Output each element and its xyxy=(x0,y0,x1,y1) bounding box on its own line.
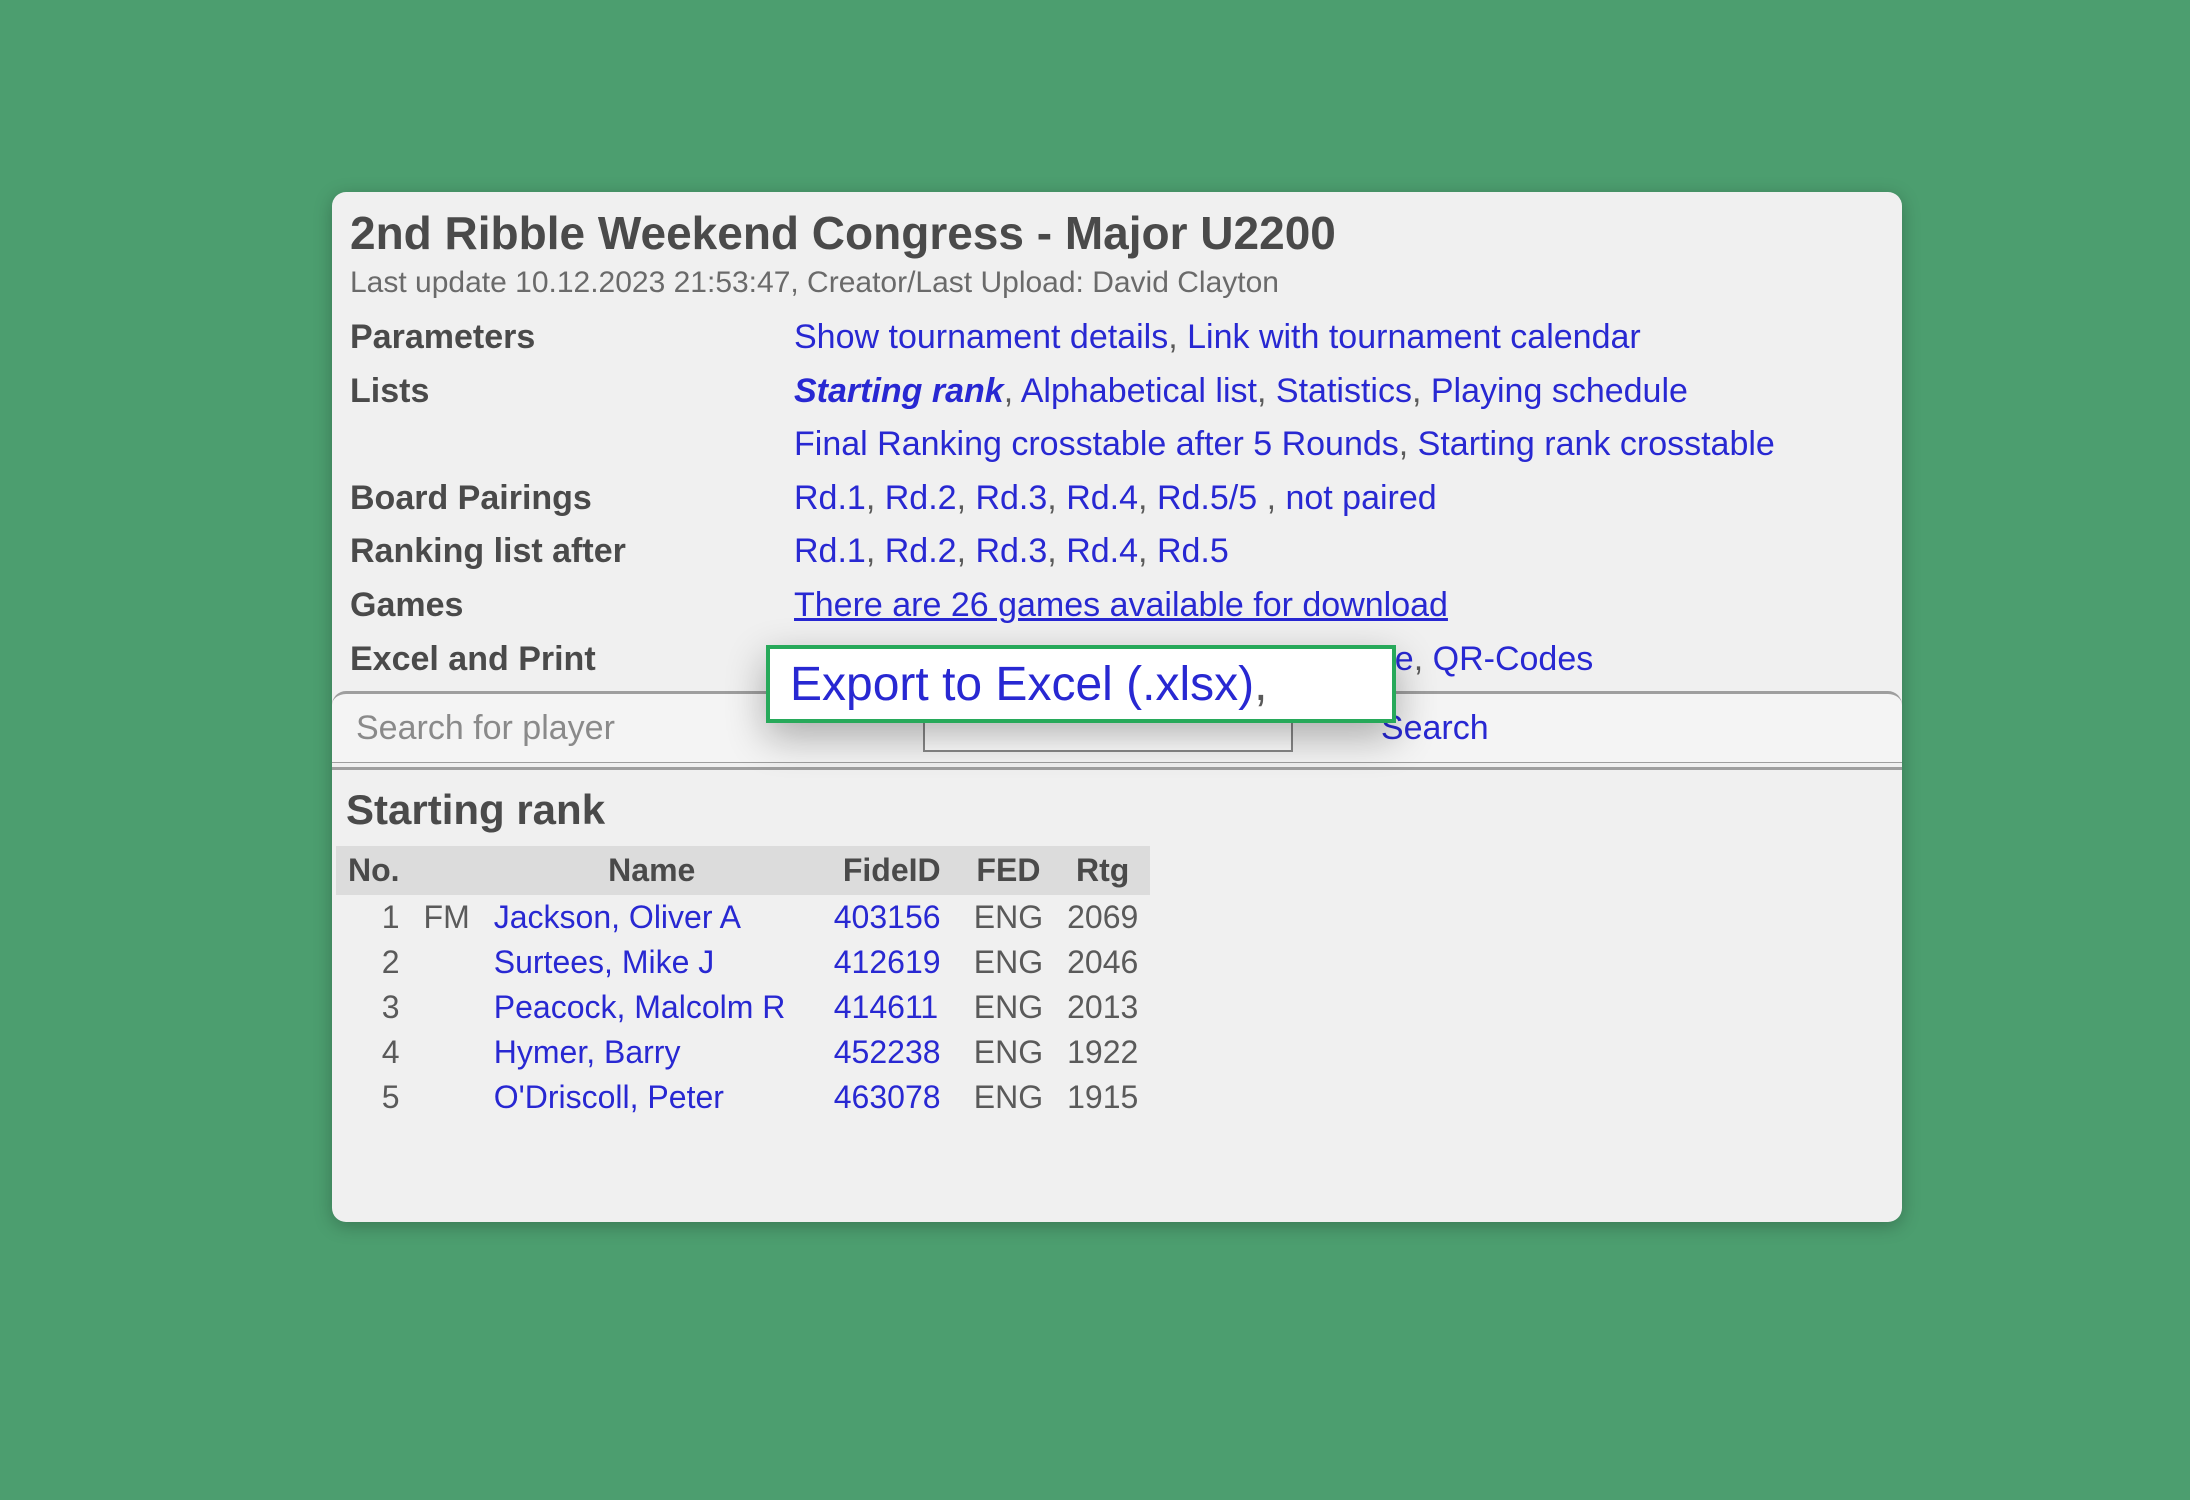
cell-fideid: 452238 xyxy=(822,1030,962,1075)
col-fed: FED xyxy=(962,846,1055,895)
link-show-details[interactable]: Show tournament details xyxy=(794,318,1168,356)
link-alphabetical[interactable]: Alphabetical list xyxy=(1021,372,1257,410)
fideid-link[interactable]: 414611 xyxy=(834,989,938,1025)
cell-fed: ENG xyxy=(962,1030,1055,1075)
row-lists-2: Final Ranking crosstable after 5 Rounds,… xyxy=(350,421,1884,469)
link-statistics[interactable]: Statistics xyxy=(1276,372,1412,410)
link-not-paired[interactable]: not paired xyxy=(1285,479,1436,517)
label-ranking-after: Ranking list after xyxy=(350,528,794,576)
cell-title: FM xyxy=(412,895,482,940)
table-row: 4 Hymer, Barry 452238 ENG1922 xyxy=(336,1030,1150,1075)
starting-rank-table: No. Name FideID FED Rtg 1FM Jackson, Oliv… xyxy=(336,846,1150,1120)
cell-no: 1 xyxy=(336,895,412,940)
cell-rtg: 2069 xyxy=(1055,895,1150,940)
fideid-link[interactable]: 463078 xyxy=(834,1079,941,1115)
col-name: Name xyxy=(482,846,822,895)
cell-name: Hymer, Barry xyxy=(482,1030,822,1075)
link-ra-rd3[interactable]: Rd.3 xyxy=(975,532,1047,570)
fideid-link[interactable]: 412619 xyxy=(834,944,941,980)
link-bp-rd2[interactable]: Rd.2 xyxy=(885,479,957,517)
table-row: 2 Surtees, Mike J 412619 ENG2046 xyxy=(336,940,1150,985)
cell-name: Surtees, Mike J xyxy=(482,940,822,985)
player-link[interactable]: O'Driscoll, Peter xyxy=(494,1079,724,1115)
search-label: Search for player xyxy=(356,709,615,748)
fideid-link[interactable]: 452238 xyxy=(834,1034,941,1070)
cell-fideid: 463078 xyxy=(822,1075,962,1120)
cell-fideid: 403156 xyxy=(822,895,962,940)
cell-fed: ENG xyxy=(962,1075,1055,1120)
row-parameters: Parameters Show tournament details, Link… xyxy=(350,314,1884,362)
cell-fideid: 414611 xyxy=(822,985,962,1030)
page-title: 2nd Ribble Weekend Congress - Major U220… xyxy=(350,206,1884,260)
cell-no: 2 xyxy=(336,940,412,985)
cell-name: Jackson, Oliver A xyxy=(482,895,822,940)
cell-title xyxy=(412,1030,482,1075)
row-board-pairings: Board Pairings Rd.1, Rd.2, Rd.3, Rd.4, R… xyxy=(350,475,1884,523)
col-no: No. xyxy=(336,846,412,895)
cell-rtg: 1915 xyxy=(1055,1075,1150,1120)
table-row: 3 Peacock, Malcolm R 414611 ENG2013 xyxy=(336,985,1150,1030)
link-ra-rd2[interactable]: Rd.2 xyxy=(885,532,957,570)
label-games: Games xyxy=(350,582,794,630)
cell-fed: ENG xyxy=(962,895,1055,940)
export-excel-callout[interactable]: Export to Excel (.xlsx) , xyxy=(766,645,1396,723)
link-bp-rd5[interactable]: Rd.5/5 xyxy=(1157,479,1257,517)
link-starting-rank[interactable]: Starting rank xyxy=(794,372,1004,410)
label-lists: Lists xyxy=(350,368,794,416)
player-link[interactable]: Peacock, Malcolm R xyxy=(494,989,786,1025)
table-row: 5 O'Driscoll, Peter 463078 ENG1915 xyxy=(336,1075,1150,1120)
link-ra-rd1[interactable]: Rd.1 xyxy=(794,532,866,570)
link-qr-codes[interactable]: QR-Codes xyxy=(1433,640,1594,678)
table-header-row: No. Name FideID FED Rtg xyxy=(336,846,1150,895)
link-playing-schedule[interactable]: Playing schedule xyxy=(1431,372,1688,410)
link-ra-rd4[interactable]: Rd.4 xyxy=(1066,532,1138,570)
label-excel-print: Excel and Print xyxy=(350,636,794,684)
page-subtitle: Last update 10.12.2023 21:53:47, Creator… xyxy=(350,266,1884,300)
fideid-link[interactable]: 403156 xyxy=(834,899,941,935)
cell-rtg: 2013 xyxy=(1055,985,1150,1030)
cell-no: 3 xyxy=(336,985,412,1030)
cell-title xyxy=(412,1075,482,1120)
cell-no: 5 xyxy=(336,1075,412,1120)
player-link[interactable]: Hymer, Barry xyxy=(494,1034,681,1070)
player-link[interactable]: Jackson, Oliver A xyxy=(494,899,741,935)
link-bp-rd4[interactable]: Rd.4 xyxy=(1066,479,1138,517)
cell-name: O'Driscoll, Peter xyxy=(482,1075,822,1120)
table-title: Starting rank xyxy=(332,770,1902,846)
cell-fideid: 412619 xyxy=(822,940,962,985)
label-board-pairings: Board Pairings xyxy=(350,475,794,523)
export-excel-comma: , xyxy=(1254,657,1267,712)
cell-rtg: 1922 xyxy=(1055,1030,1150,1075)
cell-rtg: 2046 xyxy=(1055,940,1150,985)
player-link[interactable]: Surtees, Mike J xyxy=(494,944,715,980)
export-excel-text: Export to Excel (.xlsx) xyxy=(790,657,1254,712)
row-games: Games There are 26 games available for d… xyxy=(350,582,1884,630)
link-bp-rd1[interactable]: Rd.1 xyxy=(794,479,866,517)
table-section: Starting rank No. Name FideID FED Rtg 1F… xyxy=(332,767,1902,1120)
col-rtg: Rtg xyxy=(1055,846,1150,895)
cell-fed: ENG xyxy=(962,940,1055,985)
link-starting-rank-crosstable[interactable]: Starting rank crosstable xyxy=(1418,425,1775,463)
cell-title xyxy=(412,985,482,1030)
col-title xyxy=(412,846,482,895)
cell-no: 4 xyxy=(336,1030,412,1075)
link-final-crosstable[interactable]: Final Ranking crosstable after 5 Rounds xyxy=(794,425,1399,463)
link-ra-rd5[interactable]: Rd.5 xyxy=(1157,532,1229,570)
link-tournament-calendar[interactable]: Link with tournament calendar xyxy=(1187,318,1641,356)
row-lists: Lists Starting rank, Alphabetical list, … xyxy=(350,368,1884,416)
label-parameters: Parameters xyxy=(350,314,794,362)
cell-fed: ENG xyxy=(962,985,1055,1030)
link-bp-rd3[interactable]: Rd.3 xyxy=(975,479,1047,517)
search-button[interactable]: Search xyxy=(1381,709,1489,748)
cell-name: Peacock, Malcolm R xyxy=(482,985,822,1030)
col-fideid: FideID xyxy=(822,846,962,895)
cell-title xyxy=(412,940,482,985)
row-ranking-after: Ranking list after Rd.1, Rd.2, Rd.3, Rd.… xyxy=(350,528,1884,576)
link-games-download[interactable]: There are 26 games available for downloa… xyxy=(794,586,1448,624)
table-row: 1FM Jackson, Oliver A 403156 ENG2069 xyxy=(336,895,1150,940)
